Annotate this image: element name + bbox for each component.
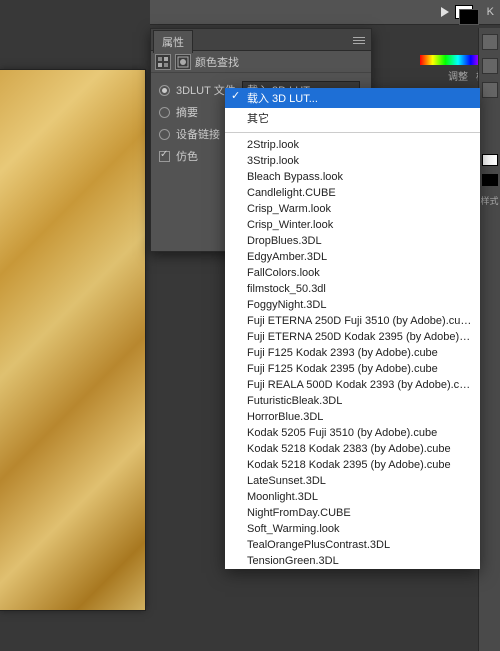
dd-item-lut[interactable]: Soft_Warming.look xyxy=(225,521,480,537)
dd-item-lut[interactable]: Candlelight.CUBE xyxy=(225,185,480,201)
dd-item-lut[interactable]: HorrorBlue.3DL xyxy=(225,409,480,425)
dd-item-lut[interactable]: EdgyAmber.3DL xyxy=(225,249,480,265)
dd-item-lut[interactable]: FoggyNight.3DL xyxy=(225,297,480,313)
dd-item-lut[interactable]: FuturisticBleak.3DL xyxy=(225,393,480,409)
dd-item-load[interactable]: 载入 3D LUT... xyxy=(225,88,480,108)
dd-item-lut[interactable]: NightFromDay.CUBE xyxy=(225,505,480,521)
dd-item-lut[interactable]: filmstock_50.3dl xyxy=(225,281,480,297)
rail-icon-1[interactable] xyxy=(482,34,498,50)
dd-item-lut[interactable]: Crisp_Winter.look xyxy=(225,217,480,233)
panel-tab-strip: 属性 xyxy=(151,29,371,51)
dd-item-lut[interactable]: 3Strip.look xyxy=(225,153,480,169)
mask-icon[interactable] xyxy=(175,54,191,70)
radio-3dlut-file[interactable] xyxy=(159,85,170,96)
panel-menu-icon[interactable] xyxy=(353,34,365,46)
dd-item-other[interactable]: 其它 xyxy=(225,108,480,128)
dd-item-lut[interactable]: TensionGreen.3DL xyxy=(225,553,480,569)
dd-item-lut[interactable]: Moonlight.3DL xyxy=(225,489,480,505)
dd-item-lut[interactable]: LateSunset.3DL xyxy=(225,473,480,489)
dd-item-lut[interactable]: Kodak 5205 Fuji 3510 (by Adobe).cube xyxy=(225,425,480,441)
dd-item-lut[interactable]: Kodak 5218 Kodak 2395 (by Adobe).cube xyxy=(225,457,480,473)
checkbox-dither[interactable] xyxy=(159,151,170,162)
tab-adjustments[interactable]: 调整 xyxy=(448,68,468,83)
dd-item-lut[interactable]: Fuji REALA 500D Kodak 2393 (by Adobe).cu… xyxy=(225,377,480,393)
dd-item-lut[interactable]: TealOrangePlusContrast.3DL xyxy=(225,537,480,553)
color-lookup-icon xyxy=(155,54,171,70)
dd-item-lut[interactable]: DropBlues.3DL xyxy=(225,233,480,249)
right-panel-rail: 样式 xyxy=(478,28,500,651)
rail-hint: 样式 xyxy=(480,194,498,207)
dd-item-lut[interactable]: Crisp_Warm.look xyxy=(225,201,480,217)
dd-item-lut[interactable]: Fuji ETERNA 250D Fuji 3510 (by Adobe).cu… xyxy=(225,313,480,329)
rail-icon-3[interactable] xyxy=(482,82,498,98)
options-bar: K xyxy=(150,0,500,25)
rail-swatch-1[interactable] xyxy=(482,154,498,166)
panel-title: 颜色查找 xyxy=(195,54,239,70)
dd-separator xyxy=(225,132,480,133)
tab-properties[interactable]: 属性 xyxy=(153,30,193,53)
dd-item-lut[interactable]: Fuji F125 Kodak 2393 (by Adobe).cube xyxy=(225,345,480,361)
rail-swatch-2[interactable] xyxy=(482,174,498,186)
radio-abstract[interactable] xyxy=(159,107,170,118)
dd-item-lut[interactable]: Kodak 5218 Kodak 2383 (by Adobe).cube xyxy=(225,441,480,457)
panel-subheader: 颜色查找 xyxy=(151,51,371,73)
rail-icon-2[interactable] xyxy=(482,58,498,74)
radio-device-link[interactable] xyxy=(159,129,170,140)
play-icon[interactable] xyxy=(441,7,449,17)
color-swatch-icon[interactable] xyxy=(455,5,473,19)
dd-item-lut[interactable]: 2Strip.look xyxy=(225,137,480,153)
dropdown-3dlut-menu[interactable]: 载入 3D LUT... 其它 2Strip.look3Strip.lookBl… xyxy=(225,88,480,569)
dd-item-lut[interactable]: Bleach Bypass.look xyxy=(225,169,480,185)
k-label: K xyxy=(487,6,494,18)
dd-item-lut[interactable]: Fuji ETERNA 250D Kodak 2395 (by Adobe).c… xyxy=(225,329,480,345)
dd-item-lut[interactable]: Fuji F125 Kodak 2395 (by Adobe).cube xyxy=(225,361,480,377)
document-canvas[interactable] xyxy=(0,70,145,610)
dd-item-lut[interactable]: FallColors.look xyxy=(225,265,480,281)
